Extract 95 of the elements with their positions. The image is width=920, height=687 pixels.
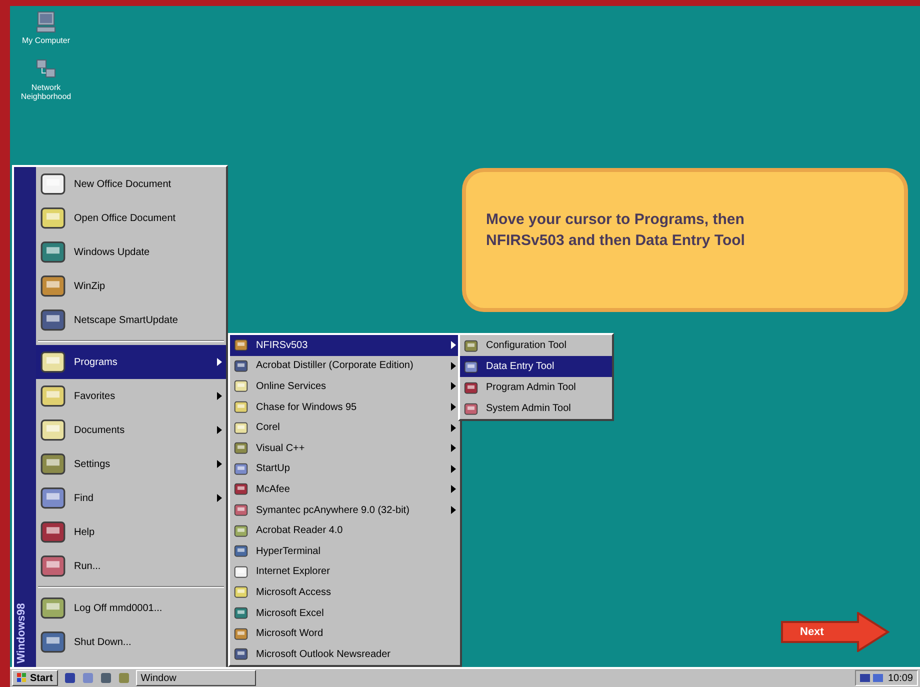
start-button[interactable]: Start — [12, 670, 58, 686]
windows-flag-icon — [17, 673, 27, 683]
menu-item[interactable]: Microsoft Excel — [230, 602, 460, 624]
menu-item[interactable]: Help — [36, 515, 226, 549]
menu-item[interactable]: Symantec pcAnywhere 9.0 (32-bit) — [230, 500, 460, 520]
menu-item[interactable]: Microsoft Access — [230, 582, 460, 603]
program-icon — [40, 595, 66, 621]
menu-item[interactable]: HyperTerminal — [230, 540, 460, 562]
program-icon — [234, 606, 248, 620]
menu-item[interactable]: New Office Document — [36, 167, 226, 201]
menu-item[interactable]: Log Off mmd0001... — [36, 591, 226, 625]
program-icon — [234, 482, 248, 496]
menu-item[interactable]: Run... — [36, 549, 226, 583]
program-icon — [234, 379, 248, 394]
menu-item[interactable]: Open Office Document — [36, 201, 226, 235]
program-icon — [464, 402, 478, 416]
menu-item[interactable]: Netscape SmartUpdate — [36, 303, 226, 337]
menu-item[interactable]: Microsoft Word — [230, 623, 460, 644]
program-icon — [40, 273, 66, 299]
instruction-text: Move your cursor to Programs, then NFIRSv503 and then Data Entry Tool — [486, 210, 746, 251]
banner-text: Windows98 — [14, 602, 28, 663]
taskbar-button[interactable]: Window — [136, 670, 256, 686]
icon-label[interactable]: My Computer — [22, 36, 70, 45]
submenu-arrow-icon — [217, 426, 222, 434]
menu-item[interactable]: Program Admin Tool — [460, 377, 612, 398]
program-icon — [40, 417, 66, 443]
program-icon — [234, 462, 248, 476]
submenu-arrow-icon — [451, 485, 456, 494]
quick-launch-icon[interactable] — [100, 672, 112, 684]
program-icon — [40, 485, 66, 511]
clock: 10:09 — [888, 672, 913, 686]
menu-item[interactable]: NFIRSv503 — [230, 335, 460, 356]
computer-icon[interactable] — [34, 10, 58, 34]
submenu-arrow-icon — [451, 424, 456, 432]
menu-item[interactable]: Acrobat Reader 4.0 — [230, 520, 460, 541]
submenu-arrow-icon — [451, 341, 456, 350]
menu-item[interactable]: StartUp — [230, 458, 460, 480]
program-icon — [234, 338, 248, 352]
program-icon — [40, 307, 66, 333]
program-icon — [40, 205, 66, 231]
program-icon — [40, 629, 66, 655]
program-icon — [234, 647, 248, 662]
program-icon — [40, 553, 66, 579]
menu-item[interactable]: Microsoft Outlook Newsreader — [230, 644, 460, 664]
program-icon — [234, 544, 248, 558]
menu-item[interactable]: Online Services — [230, 376, 460, 397]
menu-item[interactable]: Programs — [36, 345, 226, 379]
menu-item[interactable]: Documents — [36, 413, 226, 447]
program-icon — [234, 358, 248, 373]
menu-item[interactable]: Shut Down... — [36, 625, 226, 659]
program-icon — [464, 338, 478, 352]
program-icon — [40, 239, 66, 265]
menu-item[interactable]: WinZip — [36, 269, 226, 303]
menu-item[interactable]: Chase for Windows 95 — [230, 396, 460, 418]
program-icon — [40, 383, 66, 409]
submenu-arrow-icon — [451, 464, 456, 473]
menu-item[interactable]: Data Entry Tool — [460, 356, 612, 377]
submenu-arrow-icon — [217, 494, 222, 502]
program-icon — [464, 360, 478, 374]
program-icon — [40, 349, 66, 375]
menu-item[interactable]: Internet Explorer — [230, 562, 460, 582]
program-icon — [40, 451, 66, 477]
menu-item[interactable]: Corel — [230, 417, 460, 438]
program-icon — [234, 626, 248, 641]
program-icon — [234, 400, 248, 414]
tray-icons[interactable] — [860, 673, 884, 683]
menu-item[interactable]: Settings — [36, 447, 226, 481]
quick-launch-icon[interactable] — [64, 672, 76, 684]
program-icon — [234, 585, 248, 600]
menu-item[interactable]: Find — [36, 481, 226, 515]
submenu-arrow-icon — [451, 382, 456, 390]
submenu-arrow-icon — [217, 392, 222, 400]
menu-item[interactable]: Acrobat Distiller (Corporate Edition) — [230, 356, 460, 376]
submenu-arrow-icon — [451, 444, 456, 452]
next-button[interactable]: Next — [780, 612, 890, 652]
program-icon — [234, 564, 248, 579]
submenu-arrow-icon — [451, 403, 456, 412]
program-icon — [40, 171, 66, 197]
icon-label[interactable]: Network Neighborhood — [16, 83, 76, 101]
program-icon — [40, 519, 66, 545]
program-icon — [234, 503, 248, 518]
submenu-arrow-icon — [217, 358, 222, 366]
menu-item[interactable]: Visual C++ — [230, 438, 460, 459]
submenu-arrow-icon — [451, 362, 456, 370]
menu-item[interactable]: McAfee — [230, 479, 460, 500]
menu-item[interactable]: System Admin Tool — [460, 398, 612, 419]
program-icon — [234, 524, 248, 538]
menu-item[interactable]: Favorites — [36, 379, 226, 413]
program-icon — [464, 380, 478, 394]
menu-item[interactable]: Configuration Tool — [460, 335, 612, 356]
submenu-arrow-icon — [451, 506, 456, 514]
submenu-arrow-icon — [217, 460, 222, 468]
menu-item[interactable]: Windows Update — [36, 235, 226, 269]
program-icon — [234, 420, 248, 435]
program-icon — [234, 441, 248, 456]
